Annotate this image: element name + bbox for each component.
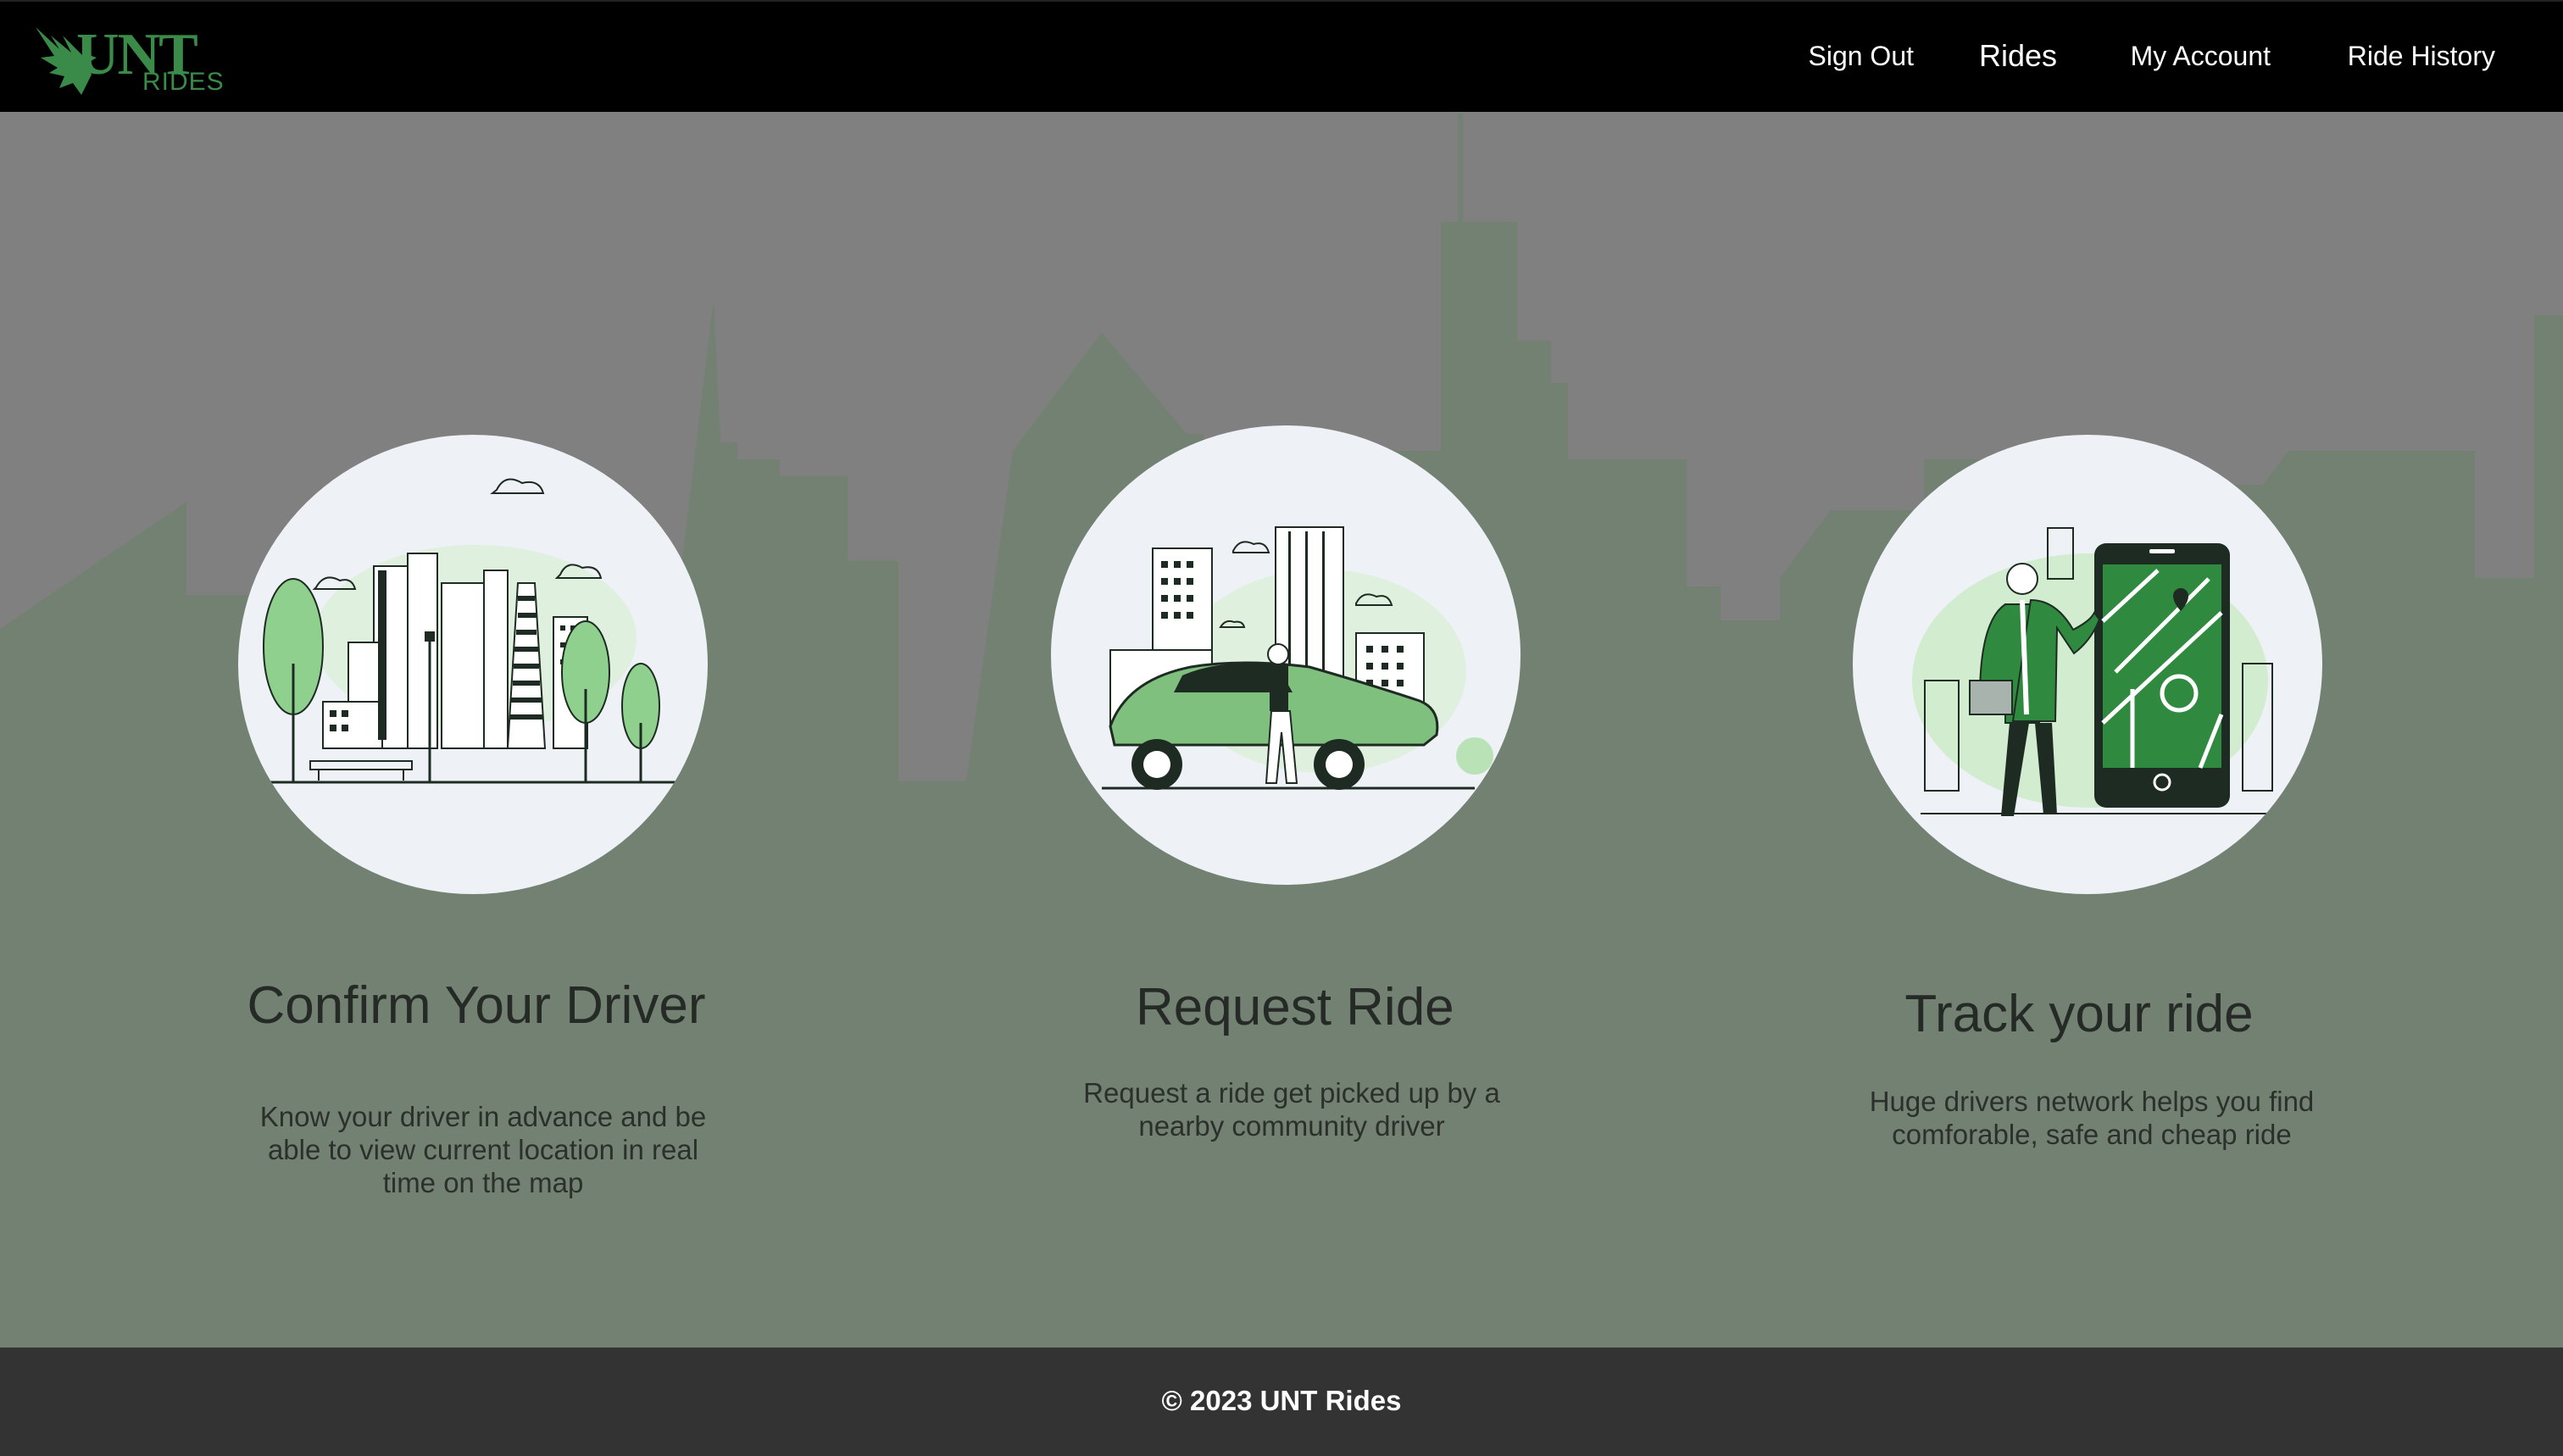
feature-description: Huge drivers network helps you find comf… <box>1869 1086 2315 1150</box>
unt-rides-logo[interactable]: UNT RIDES <box>34 24 224 100</box>
nav-sign-out[interactable]: Sign Out <box>1808 42 1914 69</box>
nav-my-account[interactable]: My Account <box>2131 42 2271 69</box>
feature-description: Know your driver in advance and be able … <box>259 1101 707 1198</box>
feature-title: Request Ride <box>1136 978 1454 1036</box>
feature-description: Request a ride get picked up by a nearby… <box>1083 1077 1500 1142</box>
city-illustration-svg <box>255 478 687 784</box>
nav-rides[interactable]: Rides <box>1979 41 2057 71</box>
phone-illustration-svg <box>1912 527 2277 816</box>
car-illustration-svg <box>1102 526 1493 790</box>
logo-subtext: RIDES <box>142 68 225 96</box>
top-navbar: UNT RIDES Sign Out Rides My Account Ride… <box>0 0 2563 112</box>
city-park-illustration <box>238 435 708 894</box>
feature-title: Confirm Your Driver <box>247 976 706 1035</box>
car-driver-illustration <box>1051 425 1521 885</box>
phone-map-illustration <box>1853 435 2322 894</box>
footer: © 2023 UNT Rides <box>0 1348 2563 1456</box>
features-section: Confirm Your Driver Know your driver in … <box>0 112 2563 1348</box>
feature-title: Track your ride <box>1904 985 2254 1043</box>
footer-copyright: © 2023 UNT Rides <box>1161 1385 1402 1416</box>
nav-ride-history[interactable]: Ride History <box>2348 42 2495 69</box>
